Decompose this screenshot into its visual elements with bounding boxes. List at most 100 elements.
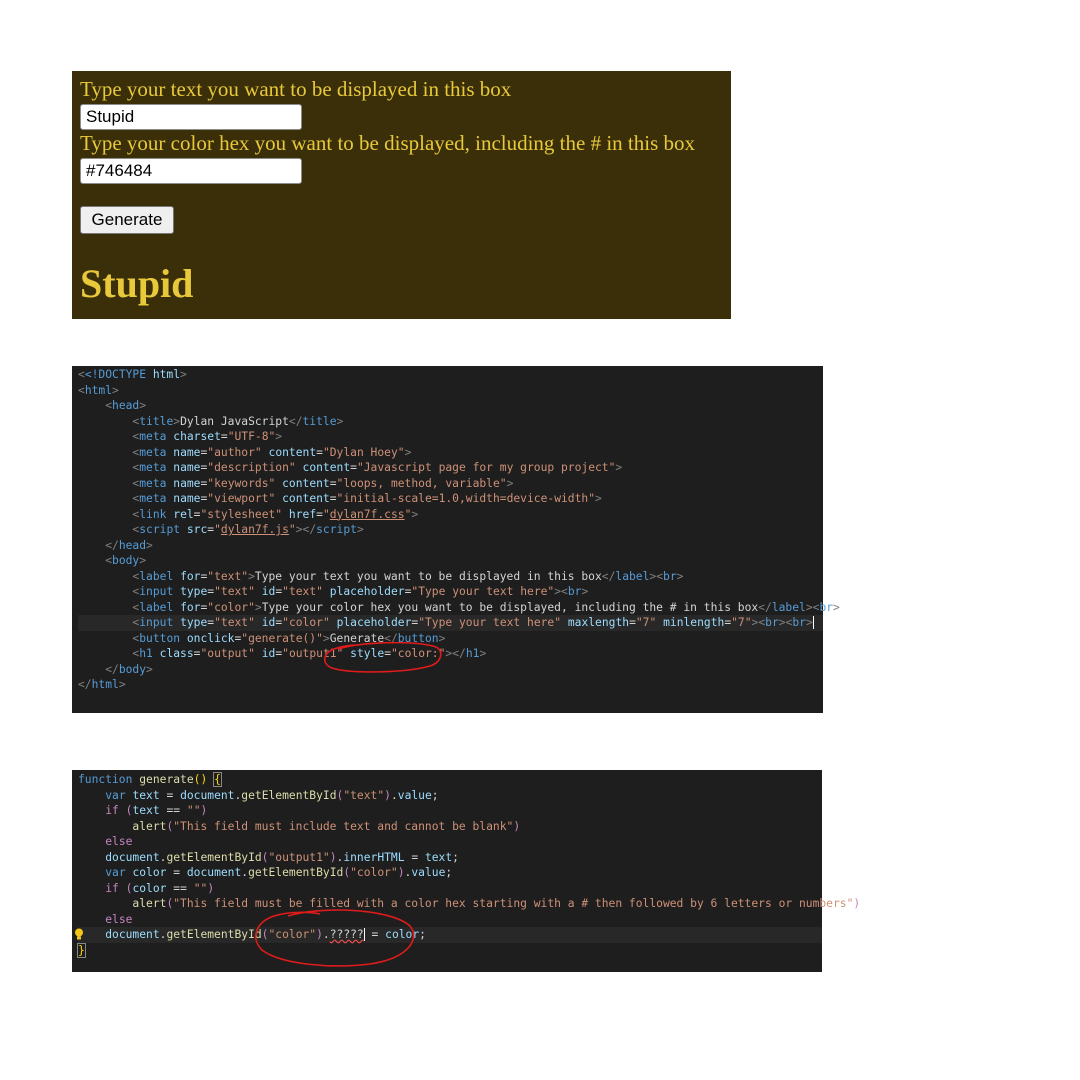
code-token: body xyxy=(112,554,140,567)
code-token: meta xyxy=(139,492,167,505)
code-token: label xyxy=(771,600,806,614)
code-token: "Type your text here" xyxy=(411,585,555,598)
code-token: "output1" xyxy=(282,647,344,660)
code-token: link xyxy=(139,507,167,521)
code-line: else xyxy=(78,912,822,928)
code-token: script xyxy=(139,523,181,536)
code-token: br xyxy=(819,600,834,614)
code-token: h1 xyxy=(465,647,480,660)
code-token: var xyxy=(105,866,126,879)
code-line: var text = document.getElementById("text… xyxy=(105,788,439,802)
code-line: <h1 class="output" id="output1" style="c… xyxy=(132,647,487,660)
code-token: label xyxy=(139,569,174,583)
code-line: <meta name="author" content="Dylan Hoey"… xyxy=(132,445,412,459)
code-token[interactable]: dylan7f.js xyxy=(221,523,289,536)
code-line: <button onclick="generate()">Generate</b… xyxy=(132,631,446,645)
lightbulb-icon[interactable] xyxy=(74,928,84,941)
code-token: alert xyxy=(132,897,167,910)
code-line: <meta charset="UTF-8"> xyxy=(132,430,283,443)
code-token: id xyxy=(261,647,276,660)
code-token: placeholder xyxy=(336,616,412,629)
code-token: getElementById xyxy=(241,788,337,802)
code-token: title xyxy=(302,414,337,428)
code-token: rel xyxy=(173,507,194,521)
code-token: ????? xyxy=(329,928,364,941)
code-token: src xyxy=(186,523,208,536)
code-line: <label for="text">Type your text you wan… xyxy=(132,569,684,583)
code-line: <<!DOCTYPE html> xyxy=(78,368,187,381)
code-token: name xyxy=(173,492,201,505)
code-token: "color" xyxy=(282,616,330,629)
text-label: Type your text you want to be displayed … xyxy=(80,77,512,101)
text-cursor: ​ xyxy=(812,616,814,629)
code-token: "Type your text here" xyxy=(418,616,562,629)
code-line: </body> xyxy=(105,662,153,676)
code-token: br xyxy=(663,569,677,583)
code-token: placeholder xyxy=(329,585,405,598)
js-code-editor[interactable]: function generate() { var text = documen… xyxy=(72,770,860,972)
code-token: button xyxy=(397,631,439,645)
code-line: document.getElementById("output1").inner… xyxy=(105,850,459,864)
code-token: text xyxy=(132,788,160,802)
code-token: html xyxy=(91,678,119,691)
code-token: "7" xyxy=(731,616,752,629)
code-token: "generate()" xyxy=(241,631,323,645)
code-line: document.getElementById("color").?????​ … xyxy=(75,927,822,943)
code-token: generate xyxy=(139,773,194,786)
code-token: "viewport" xyxy=(207,492,276,505)
generate-button[interactable]: Generate xyxy=(80,206,174,234)
code-token: html xyxy=(84,383,113,397)
code-token: meta xyxy=(139,461,167,474)
code-token: meta xyxy=(139,445,167,459)
code-line: <meta name="keywords" content="loops, me… xyxy=(132,476,514,490)
text-input[interactable] xyxy=(80,104,302,130)
code-token: else xyxy=(105,835,133,848)
code-token: "text" xyxy=(282,585,323,598)
code-token: == xyxy=(166,804,181,817)
code-token: == xyxy=(173,881,187,895)
code-token: "description" xyxy=(207,461,296,474)
code-line: else xyxy=(78,834,822,850)
code-token: script xyxy=(316,523,357,536)
code-token: "text" xyxy=(343,788,385,802)
code-token[interactable]: dylan7f.css xyxy=(330,508,405,521)
code-token: Generate xyxy=(329,631,385,645)
code-token: br xyxy=(765,616,779,629)
code-token: if xyxy=(105,881,119,895)
code-token: document xyxy=(186,866,242,879)
code-token: onclick xyxy=(186,631,235,645)
code-token: "Javascript page for my group project" xyxy=(356,461,616,474)
code-token: content xyxy=(268,445,317,459)
code-token: "" xyxy=(186,804,201,817)
code-token: h1 xyxy=(139,647,153,660)
code-token: head xyxy=(118,538,147,552)
code-token: label xyxy=(139,600,174,614)
code-line: if (color == "") xyxy=(105,881,215,895)
code-token: text xyxy=(132,804,160,817)
code-token: type xyxy=(180,585,208,598)
code-token: color xyxy=(385,928,420,941)
code-token: > xyxy=(180,368,187,381)
code-line: var color = document.getElementById("col… xyxy=(105,866,453,879)
code-token: class xyxy=(159,647,194,660)
code-line: </head> xyxy=(105,538,153,552)
code-line: <link rel="stylesheet" href="dylan7f.css… xyxy=(132,507,419,521)
code-token: color xyxy=(132,881,167,895)
code-token: id xyxy=(261,585,276,598)
text-cursor: ​ xyxy=(363,928,365,941)
code-token: for xyxy=(180,569,201,583)
code-token: "" xyxy=(193,881,208,895)
html-code-editor[interactable]: <<!DOCTYPE html> <html> <head> <title>Dy… xyxy=(72,366,840,713)
code-line: if (text == "") xyxy=(105,804,208,817)
code-token: alert xyxy=(132,819,167,833)
code-token: "This field must be filled with a color … xyxy=(173,897,854,910)
code-token: for xyxy=(180,600,201,614)
code-token: <!DOCTYPE xyxy=(84,368,147,381)
code-token: br xyxy=(792,616,806,629)
color-input[interactable] xyxy=(80,158,302,184)
code-token: "author" xyxy=(207,445,262,459)
code-line: <head> xyxy=(105,399,147,412)
code-token: "UTF-8" xyxy=(227,430,276,443)
code-token: title xyxy=(139,414,174,428)
code-token: value xyxy=(411,866,446,879)
